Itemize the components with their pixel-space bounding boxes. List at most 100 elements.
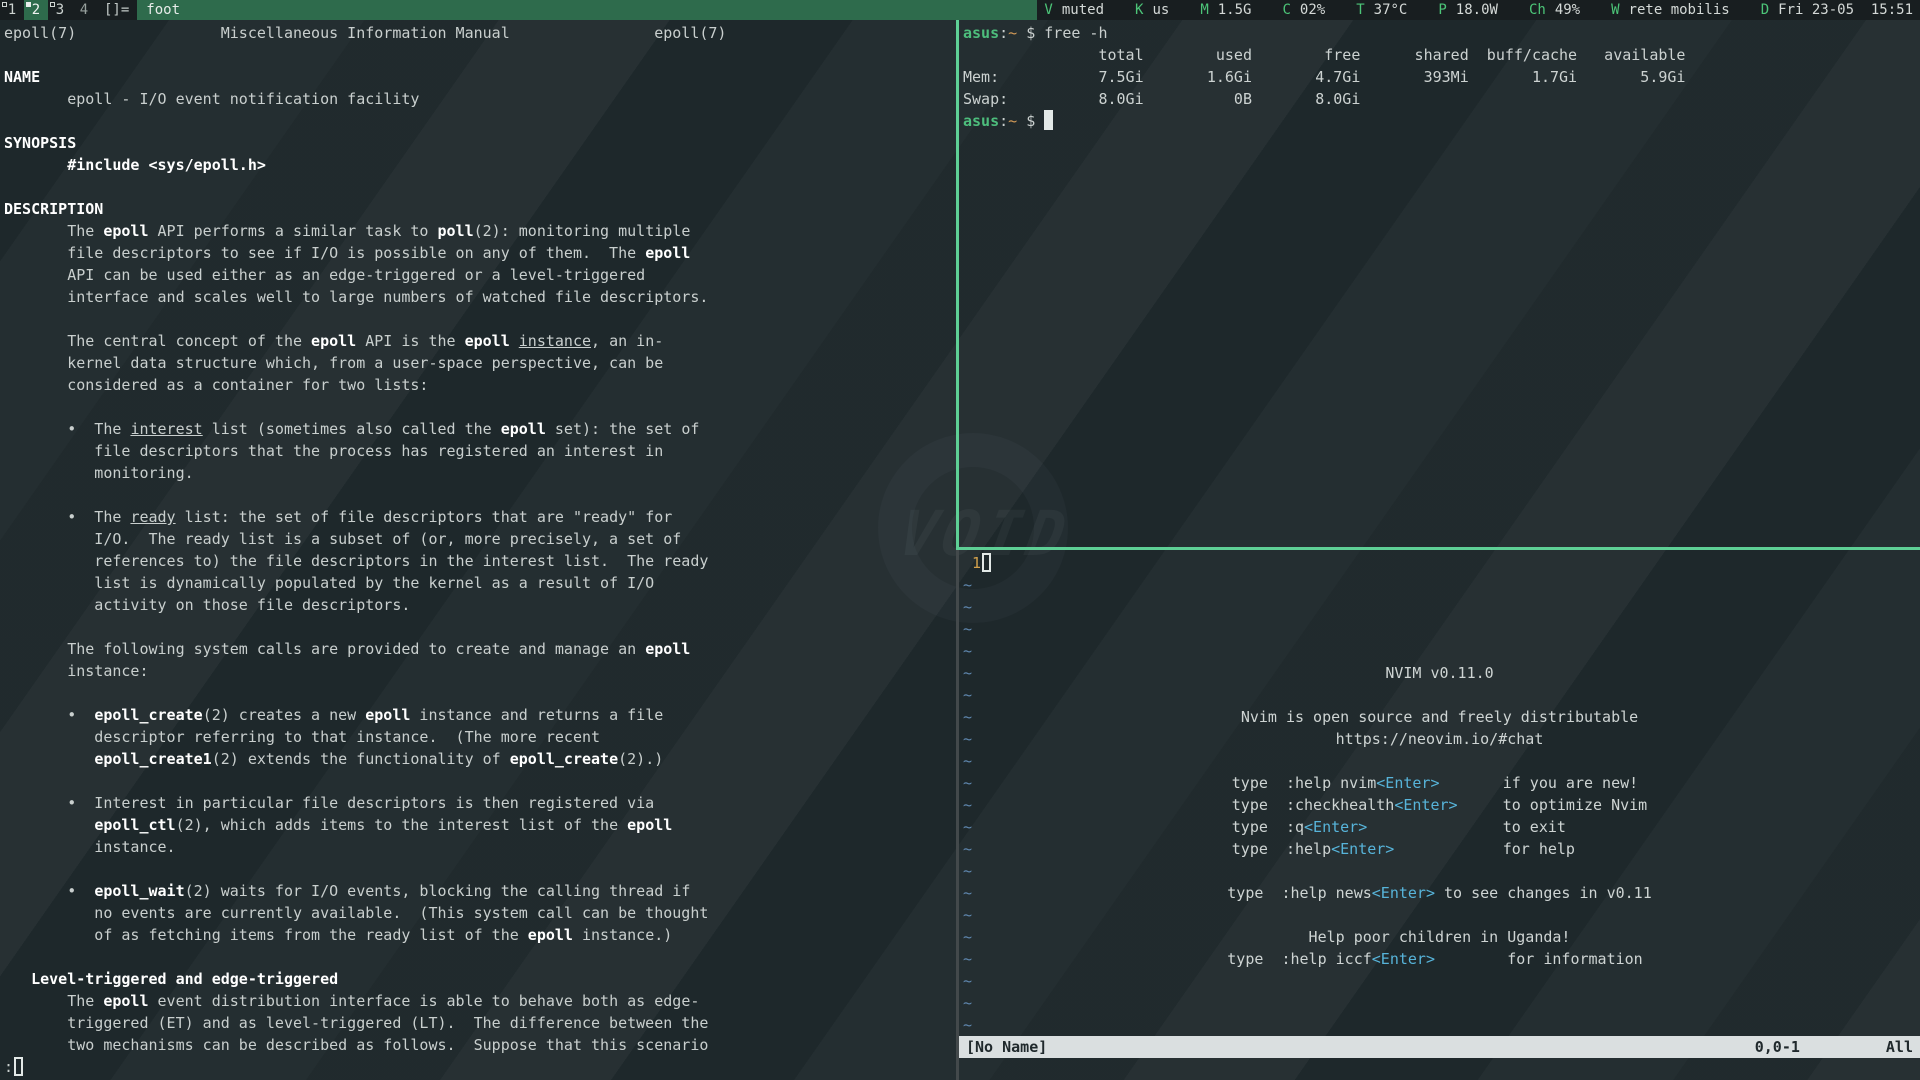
status-item-C: C02% xyxy=(1282,0,1325,20)
window-title: foot xyxy=(137,0,1037,20)
man-page-content: epoll(7) Miscellaneous Information Manua… xyxy=(4,22,956,1056)
layout-indicator[interactable]: []= xyxy=(96,0,137,20)
nvim-intro-line: type :help news<Enter> to see changes in… xyxy=(959,882,1920,904)
pager-prompt: : xyxy=(4,1058,13,1076)
man-line: • The interest list (sometimes also call… xyxy=(4,418,956,440)
nvim-tilde-line: ~ xyxy=(963,970,1920,992)
man-line: descriptor referring to that instance. (… xyxy=(4,726,956,748)
nvim-tilde-line: ~ xyxy=(963,992,1920,1014)
man-line: considered as a container for two lists: xyxy=(4,374,956,396)
neovim-window[interactable]: 1 ~~~~~~~~~~~~~~~~~~~~~ NVIM v0.11.0 Nvi… xyxy=(959,550,1920,1080)
man-line xyxy=(4,682,956,704)
prompt-user: asus xyxy=(963,24,999,42)
prompt-dollar: $ xyxy=(1017,24,1044,42)
focused-window-border-bottom xyxy=(956,547,1920,550)
status-item-Ch: Ch49% xyxy=(1529,0,1580,20)
man-line: The epoll event distribution interface i… xyxy=(4,990,956,1012)
status-item-P: P18.0W xyxy=(1438,0,1498,20)
statusline-scroll: All xyxy=(1886,1036,1913,1058)
man-line: Level-triggered and edge-triggered xyxy=(4,968,956,990)
statusline-filename: [No Name] xyxy=(966,1036,1047,1058)
man-line: interface and scales well to large numbe… xyxy=(4,286,956,308)
workspace-tag-4[interactable]: 4 xyxy=(72,0,96,20)
nvim-tilde-line: ~ xyxy=(963,1014,1920,1036)
nvim-cursor xyxy=(982,553,991,572)
man-line: • epoll_create(2) creates a new epoll in… xyxy=(4,704,956,726)
terminal-man-page[interactable]: epoll(7) Miscellaneous Information Manua… xyxy=(0,20,956,1080)
shell-prompt-line: asus:~ $ xyxy=(963,110,1920,132)
nvim-intro-line: NVIM v0.11.0 xyxy=(959,662,1920,684)
man-line xyxy=(4,176,956,198)
pager-cursor xyxy=(14,1057,23,1076)
man-line xyxy=(4,396,956,418)
man-line: triggered (ET) and as level-triggered (L… xyxy=(4,1012,956,1034)
man-line: list is dynamically populated by the ker… xyxy=(4,572,956,594)
man-line: SYNOPSIS xyxy=(4,132,956,154)
line-number: 1 xyxy=(963,554,981,572)
man-line xyxy=(4,770,956,792)
status-item-V: Vmuted xyxy=(1044,0,1104,20)
status-segments: VmutedKusM1.5GC02%T37°CP18.0WCh49%Wrete … xyxy=(1037,0,1920,20)
prompt-path: ~ xyxy=(1008,112,1017,130)
man-line: instance. xyxy=(4,836,956,858)
tag-label: 1 xyxy=(8,2,16,18)
man-line: API can be used either as an edge-trigge… xyxy=(4,264,956,286)
man-line: of as fetching items from the ready list… xyxy=(4,924,956,946)
tag-label: 4 xyxy=(80,2,88,18)
tag-client-indicator xyxy=(50,2,55,7)
man-line: references to) the file descriptors in t… xyxy=(4,550,956,572)
prompt-user: asus xyxy=(963,112,999,130)
nvim-intro-line xyxy=(959,750,1920,772)
workspace-tag-3[interactable]: 3 xyxy=(48,0,72,20)
nvim-intro-line: type :q<Enter> to exit xyxy=(959,816,1920,838)
man-line: file descriptors to see if I/O is possib… xyxy=(4,242,956,264)
nvim-intro-message: NVIM v0.11.0 Nvim is open source and fre… xyxy=(959,662,1920,970)
shell-command: free -h xyxy=(1044,24,1107,42)
status-item-K: Kus xyxy=(1135,0,1169,20)
nvim-intro-line: type :help nvim<Enter> if you are new! xyxy=(959,772,1920,794)
man-line: file descriptors that the process has re… xyxy=(4,440,956,462)
man-line: • The ready list: the set of file descri… xyxy=(4,506,956,528)
nvim-tilde-line: ~ xyxy=(963,640,1920,662)
nvim-intro-line xyxy=(959,860,1920,882)
man-line: NAME xyxy=(4,66,956,88)
man-line: epoll_ctl(2), which adds items to the in… xyxy=(4,814,956,836)
nvim-statusline: [No Name]0,0-1All xyxy=(959,1036,1920,1058)
nvim-cmdline xyxy=(959,1058,1920,1080)
status-item-D: DFri 23-05 15:51 xyxy=(1761,0,1913,20)
man-line: two mechanisms can be described as follo… xyxy=(4,1034,956,1056)
workspace-tag-1[interactable]: 1 xyxy=(0,0,24,20)
workspace-tag-2[interactable]: 2 xyxy=(24,0,48,20)
man-line xyxy=(4,616,956,638)
status-item-M: M1.5G xyxy=(1200,0,1251,20)
man-line: The following system calls are provided … xyxy=(4,638,956,660)
man-line: • Interest in particular file descriptor… xyxy=(4,792,956,814)
man-line: monitoring. xyxy=(4,462,956,484)
man-line xyxy=(4,946,956,968)
man-line: #include <sys/epoll.h> xyxy=(4,154,956,176)
man-line: I/O. The ready list is a subset of (or, … xyxy=(4,528,956,550)
workspace-tags: 1234 xyxy=(0,0,96,20)
terminal-free[interactable]: asus:~ $ free -h total used free shared … xyxy=(959,20,1920,547)
focused-window-border-left xyxy=(956,20,959,547)
man-line xyxy=(4,858,956,880)
pager-prompt-line: : xyxy=(4,1056,956,1078)
nvim-intro-line: Help poor children in Uganda! xyxy=(959,926,1920,948)
terminal-cursor xyxy=(1044,110,1053,130)
man-line: epoll - I/O event notification facility xyxy=(4,88,956,110)
prompt-colon: : xyxy=(999,24,1008,42)
prompt-path: ~ xyxy=(1008,24,1017,42)
prompt-dollar: $ xyxy=(1017,112,1044,130)
nvim-tilde-line: ~ xyxy=(963,618,1920,640)
man-line xyxy=(4,308,956,330)
man-line: epoll_create1(2) extends the functionali… xyxy=(4,748,956,770)
status-item-W: Wrete mobilis xyxy=(1611,0,1730,20)
tag-label: 2 xyxy=(32,2,40,18)
nvim-intro-line: Nvim is open source and freely distribut… xyxy=(959,706,1920,728)
man-line xyxy=(4,484,956,506)
tag-client-indicator xyxy=(2,2,7,7)
man-line: no events are currently available. (This… xyxy=(4,902,956,924)
unfocused-window-border-left xyxy=(956,550,959,1080)
nvim-intro-line: type :help iccf<Enter> for information xyxy=(959,948,1920,970)
prompt-colon: : xyxy=(999,112,1008,130)
